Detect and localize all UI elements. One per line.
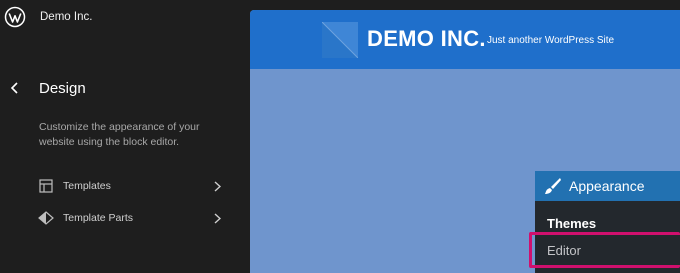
menu-item-appearance[interactable]: Appearance [535,171,680,201]
nav-item-label: Template Parts [63,212,134,224]
editor-sidebar: Demo Inc. Design Customize the appearanc… [0,0,240,273]
nav-item-templates[interactable]: Templates [38,175,222,197]
site-title: DEMO INC. [367,26,486,51]
menu-item-label: Appearance [569,178,645,194]
page-description: Customize the appearance of your website… [39,121,200,148]
highlight-box [529,232,680,268]
wordpress-logo-icon[interactable] [4,6,26,28]
submenu-item-themes[interactable]: Themes [547,216,596,231]
site-header: DEMO INC. Just another WordPress Site [250,10,680,69]
site-logo-icon [321,21,359,59]
symbol-icon [38,210,54,226]
site-tagline: Just another WordPress Site [487,35,615,46]
chevron-right-icon [212,180,222,192]
site-name[interactable]: Demo Inc. [40,11,92,23]
chevron-right-icon [212,212,222,224]
page-title: Design [39,80,86,97]
back-button[interactable] [6,78,24,98]
chevron-left-icon [10,82,18,94]
paintbrush-icon [543,176,563,196]
layout-icon [38,178,54,194]
nav-item-label: Templates [63,180,111,192]
nav-item-template-parts[interactable]: Template Parts [38,207,222,229]
